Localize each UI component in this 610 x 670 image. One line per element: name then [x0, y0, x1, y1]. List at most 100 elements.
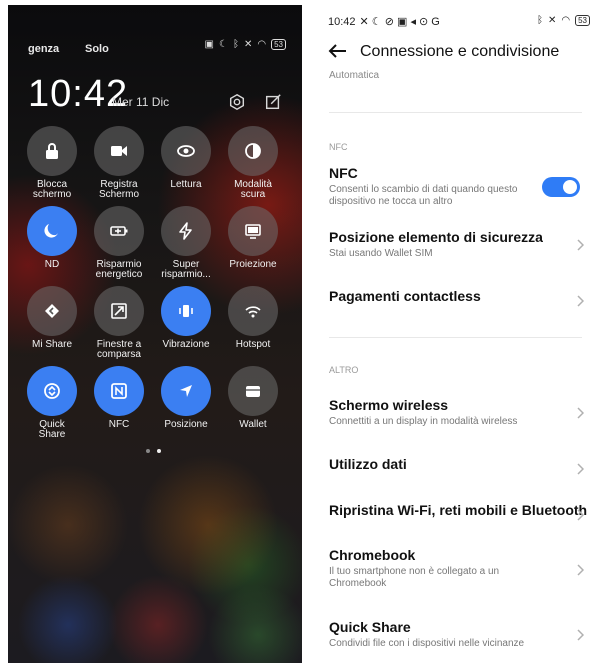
truncated-subtitle: Automatica [329, 70, 380, 81]
notification-icons: ✕ ☾ ⊘ ▣ ◂ ⊙ G [359, 16, 440, 28]
settings-row[interactable]: Utilizzo dati [329, 456, 592, 475]
settings-row-title: Quick Share [329, 619, 411, 635]
vibrate-icon[interactable] [161, 286, 211, 336]
hotspot-icon[interactable] [228, 286, 278, 336]
settings-row[interactable]: Quick Share Condividi file con i disposit… [329, 619, 592, 650]
settings-row-title: Schermo wireless [329, 397, 449, 413]
nfc-row[interactable]: NFC Consenti lo scambio di dati quando q… [329, 165, 592, 207]
tile-label: NFC [108, 419, 130, 430]
chevron-right-icon [576, 406, 585, 419]
bluetooth-status-icon: ᛒ [232, 39, 239, 50]
wifi-status-icon: ◠ [561, 15, 571, 26]
quick-share-icon[interactable] [27, 366, 77, 416]
settings-screenshot: 10:42 ✕ ☾ ⊘ ▣ ◂ ⊙ G ᛒ ✕ ◠ 53 Connessione… [312, 5, 602, 670]
dark-mode-icon[interactable] [228, 126, 278, 176]
edit-icon[interactable] [264, 93, 282, 111]
lock-icon[interactable] [27, 126, 77, 176]
tile-label: Registra Schermo [98, 179, 139, 200]
status-time: 10:42 [328, 15, 356, 28]
tile-hotspot[interactable]: Hotspot [219, 286, 287, 350]
settings-row[interactable]: Posizione elemento di sicurezza Stai usan… [329, 229, 592, 260]
lightning-icon[interactable] [161, 206, 211, 256]
settings-row-title: Ripristina Wi-Fi, reti mobili e Bluetoot… [329, 502, 588, 518]
section-header-altro: ALTRO [329, 365, 359, 375]
tile-lightning[interactable]: Super risparmio... [152, 206, 220, 280]
settings-row-subtitle: Il tuo smartphone non è collegato a un C… [329, 566, 500, 589]
status-icons-right: ᛒ ✕ ◠ 53 [537, 15, 590, 26]
date: Mer 11 Dic [112, 95, 170, 109]
tile-label: Risparmio energetico [95, 259, 143, 280]
nfc-subtitle: Consenti lo scambio di dati quando quest… [329, 184, 518, 207]
eye-icon[interactable] [161, 126, 211, 176]
settings-row-title: Posizione elemento di sicurezza [329, 229, 543, 245]
divider [329, 112, 582, 113]
tile-label: Posizione [164, 419, 208, 430]
moon-icon[interactable] [27, 206, 77, 256]
tile-cast-screen[interactable]: Proiezione [219, 206, 287, 270]
chevron-right-icon [576, 294, 585, 307]
tile-moon[interactable]: ND [18, 206, 86, 270]
floating-window-icon[interactable] [94, 286, 144, 336]
page-dot-active[interactable] [157, 449, 161, 453]
tile-label: Super risparmio... [161, 259, 211, 280]
settings-row-subtitle: Connettiti a un display in modalità wire… [329, 416, 518, 427]
video-camera-icon[interactable] [94, 126, 144, 176]
status-icons: ▣ ☾ ᛒ ✕ ◠ 53 [205, 39, 286, 50]
tile-lock[interactable]: Blocca schermo [18, 126, 86, 200]
tile-wallet[interactable]: Wallet [219, 366, 287, 430]
battery-status: 53 [575, 15, 590, 26]
toggle-knob [563, 180, 577, 194]
control-center-screenshot: genza Solo ▣ ☾ ᛒ ✕ ◠ 53 10:42 Mer 11 Dic… [8, 5, 302, 663]
vibrate-status-icon: ✕ [243, 39, 253, 50]
chevron-right-icon [576, 563, 585, 576]
wallet-icon[interactable] [228, 366, 278, 416]
tile-location[interactable]: Posizione [152, 366, 220, 430]
location-icon[interactable] [161, 366, 211, 416]
section-header-nfc: NFC [329, 142, 348, 152]
tile-label: Blocca schermo [32, 179, 72, 200]
tile-label: Wallet [239, 419, 267, 430]
tile-floating-window[interactable]: Finestre a comparsa [85, 286, 153, 360]
page-title: Connessione e condivisione [360, 43, 560, 60]
nfc-icon[interactable] [94, 366, 144, 416]
tile-nfc[interactable]: NFC [85, 366, 153, 430]
battery-status: 53 [271, 39, 286, 50]
chevron-right-icon [576, 508, 585, 521]
chevron-right-icon [576, 462, 585, 475]
cast-screen-icon[interactable] [228, 206, 278, 256]
tile-video-camera[interactable]: Registra Schermo [85, 126, 153, 200]
dnd-status-icon: ☾ [219, 39, 228, 50]
gear-icon[interactable] [228, 93, 246, 111]
page-indicator[interactable] [146, 449, 161, 453]
settings-row-title: Utilizzo dati [329, 456, 407, 472]
settings-row-subtitle: Stai usando Wallet SIM [329, 248, 433, 259]
settings-row[interactable]: Schermo wireless Connettiti a un display … [329, 397, 592, 428]
tile-mi-share[interactable]: Mi Share [18, 286, 86, 350]
status-bar-left: 10:42 ✕ ☾ ⊘ ▣ ◂ ⊙ G [328, 15, 440, 29]
tile-battery-saver[interactable]: Risparmio energetico [85, 206, 153, 280]
settings-row[interactable]: Ripristina Wi-Fi, reti mobili e Bluetoot… [329, 502, 592, 521]
page-dot[interactable] [146, 449, 150, 453]
vibrate-status-icon: ✕ [547, 15, 557, 26]
chevron-right-icon [576, 238, 585, 251]
chevron-right-icon [576, 628, 585, 641]
tile-label: Quick Share [38, 419, 66, 440]
tile-eye[interactable]: Lettura [152, 126, 220, 190]
tile-quick-share[interactable]: Quick Share [18, 366, 86, 440]
settings-row[interactable]: Chromebook Il tuo smartphone non è colleg… [329, 547, 592, 590]
settings-row[interactable]: Pagamenti contactless [329, 288, 592, 307]
nfc-toggle[interactable] [542, 177, 580, 197]
settings-row-subtitle: Condividi file con i dispositivi nelle v… [329, 638, 525, 649]
tile-label: Lettura [170, 179, 202, 190]
nfc-status-icon: ▣ [204, 39, 214, 50]
bluetooth-status-icon: ᛒ [536, 15, 543, 26]
back-arrow-icon[interactable] [328, 43, 348, 59]
tile-vibrate[interactable]: Vibrazione [152, 286, 220, 350]
mi-share-icon[interactable] [27, 286, 77, 336]
battery-saver-icon[interactable] [94, 206, 144, 256]
tile-label: Proiezione [229, 259, 277, 270]
tile-label: Finestre a comparsa [96, 339, 142, 360]
tile-dark-mode[interactable]: Modalità scura [219, 126, 287, 200]
divider [329, 337, 582, 338]
settings-row-title: Chromebook [329, 547, 416, 563]
